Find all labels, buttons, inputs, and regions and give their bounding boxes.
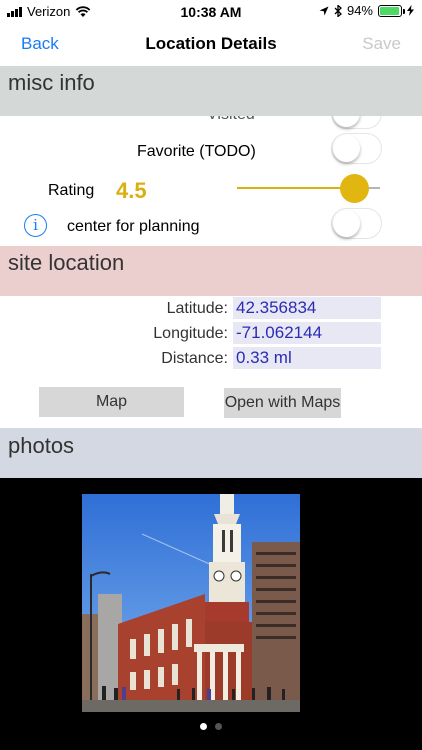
rating-slider-thumb[interactable] bbox=[340, 174, 369, 203]
latitude-value: 42.356834 bbox=[233, 297, 381, 319]
location-photo[interactable] bbox=[82, 494, 300, 712]
longitude-label: Longitude: bbox=[153, 325, 228, 342]
info-icon[interactable]: i bbox=[24, 214, 47, 237]
favorite-label: Favorite (TODO) bbox=[137, 143, 256, 160]
page-dot-active[interactable] bbox=[200, 723, 207, 730]
page-title: Location Details bbox=[145, 34, 277, 53]
rating-label: Rating bbox=[48, 182, 95, 199]
status-bar: Verizon 10:38 AM 94% bbox=[0, 0, 422, 22]
save-button[interactable]: Save bbox=[362, 34, 401, 54]
section-header-photos: photos bbox=[0, 428, 422, 478]
bluetooth-icon bbox=[334, 4, 342, 17]
open-with-maps-button[interactable]: Open with Maps bbox=[224, 388, 341, 418]
distance-label: Distance: bbox=[161, 350, 228, 367]
center-for-planning-toggle[interactable] bbox=[331, 208, 382, 239]
section-header-site-location: site location bbox=[0, 246, 422, 296]
charging-bolt-icon bbox=[407, 5, 414, 16]
page-indicator[interactable] bbox=[0, 717, 422, 735]
favorite-toggle[interactable] bbox=[331, 133, 382, 164]
map-button[interactable]: Map bbox=[39, 387, 184, 417]
location-arrow-icon bbox=[319, 6, 329, 15]
photo-carousel[interactable] bbox=[0, 478, 422, 750]
longitude-value: -71.062144 bbox=[233, 322, 381, 344]
rating-value: 4.5 bbox=[116, 178, 147, 203]
status-right: 94% bbox=[319, 3, 414, 18]
distance-value: 0.33 ml bbox=[233, 347, 381, 369]
page-dot[interactable] bbox=[215, 723, 222, 730]
latitude-label: Latitude: bbox=[166, 300, 228, 317]
battery-percent: 94% bbox=[346, 3, 373, 18]
center-for-planning-label: center for planning bbox=[67, 218, 200, 235]
section-header-misc-info: misc info bbox=[0, 66, 422, 116]
battery-icon bbox=[378, 4, 405, 17]
nav-bar: Back Location Details Save bbox=[0, 22, 422, 66]
